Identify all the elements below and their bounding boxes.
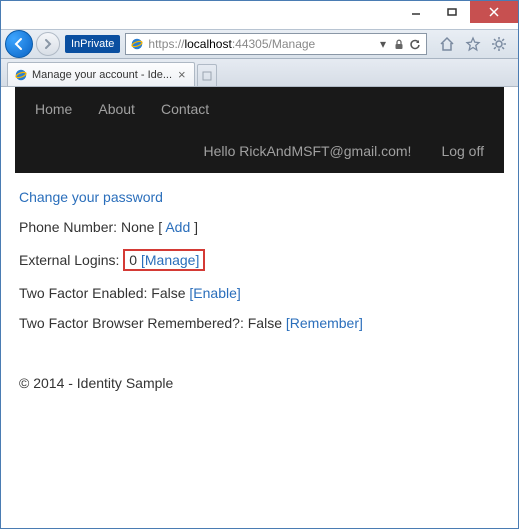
- phone-label: Phone Number:: [19, 219, 117, 235]
- tab-strip: Manage your account - Ide... ×: [1, 59, 518, 87]
- two-factor-value: False: [151, 285, 185, 301]
- tab-close-icon[interactable]: ×: [176, 67, 188, 82]
- site-navbar: Home About Contact Hello RickAndMSFT@gma…: [15, 87, 504, 173]
- two-factor-row: Two Factor Enabled: False [Enable]: [19, 285, 500, 301]
- nav-home[interactable]: Home: [35, 101, 72, 117]
- browser-remembered-value: False: [248, 315, 282, 331]
- two-factor-label: Two Factor Enabled:: [19, 285, 147, 301]
- nav-about[interactable]: About: [98, 101, 135, 117]
- browser-remembered-label: Two Factor Browser Remembered?:: [19, 315, 244, 331]
- address-bar[interactable]: https://localhost:44305/Manage ▾: [125, 33, 427, 55]
- ie-favicon-icon: [130, 37, 144, 51]
- forward-button[interactable]: [36, 32, 60, 56]
- tab-title: Manage your account - Ide...: [32, 69, 172, 81]
- url-text: https://localhost:44305/Manage: [148, 37, 374, 51]
- two-factor-enable-link[interactable]: [Enable]: [189, 285, 240, 301]
- arrow-left-icon: [12, 37, 26, 51]
- change-password-link[interactable]: Change your password: [19, 189, 163, 205]
- new-tab-button[interactable]: [197, 64, 217, 86]
- inprivate-badge: InPrivate: [65, 35, 120, 53]
- window-maximize-button[interactable]: [434, 1, 470, 23]
- refresh-icon[interactable]: [408, 37, 422, 51]
- external-logins-label: External Logins:: [19, 252, 119, 268]
- favorites-star-icon[interactable]: [464, 35, 482, 53]
- page-content: Change your password Phone Number: None …: [15, 173, 504, 391]
- phone-value: None: [121, 219, 154, 235]
- window-close-button[interactable]: [470, 1, 518, 23]
- browser-tab[interactable]: Manage your account - Ide... ×: [7, 62, 195, 86]
- window-titlebar: [1, 1, 518, 29]
- nav-contact[interactable]: Contact: [161, 101, 209, 117]
- browser-remembered-row: Two Factor Browser Remembered?: False [R…: [19, 315, 500, 331]
- tools-gear-icon[interactable]: [490, 35, 508, 53]
- external-logins-manage-link[interactable]: [Manage]: [141, 252, 199, 268]
- dropdown-icon[interactable]: ▾: [376, 37, 390, 51]
- page-footer: © 2014 - Identity Sample: [19, 375, 500, 391]
- back-button[interactable]: [5, 30, 33, 58]
- home-icon[interactable]: [438, 35, 456, 53]
- page-viewport: Home About Contact Hello RickAndMSFT@gma…: [1, 87, 518, 528]
- lock-icon[interactable]: [392, 37, 406, 51]
- browser-remember-link[interactable]: [Remember]: [286, 315, 363, 331]
- phone-add-link[interactable]: Add: [165, 219, 190, 235]
- phone-row: Phone Number: None [ Add ]: [19, 219, 500, 235]
- external-logins-count: 0: [129, 252, 137, 268]
- nav-hello-user[interactable]: Hello RickAndMSFT@gmail.com!: [204, 143, 412, 159]
- external-logins-row: External Logins: 0 [Manage]: [19, 249, 500, 271]
- ie-favicon-icon: [14, 68, 28, 82]
- window-minimize-button[interactable]: [398, 1, 434, 23]
- nav-logoff[interactable]: Log off: [441, 143, 484, 159]
- external-logins-highlight: 0 [Manage]: [123, 249, 205, 271]
- new-tab-icon: [200, 69, 214, 83]
- arrow-right-icon: [42, 38, 54, 50]
- browser-nav-bar: InPrivate https://localhost:44305/Manage…: [1, 29, 518, 59]
